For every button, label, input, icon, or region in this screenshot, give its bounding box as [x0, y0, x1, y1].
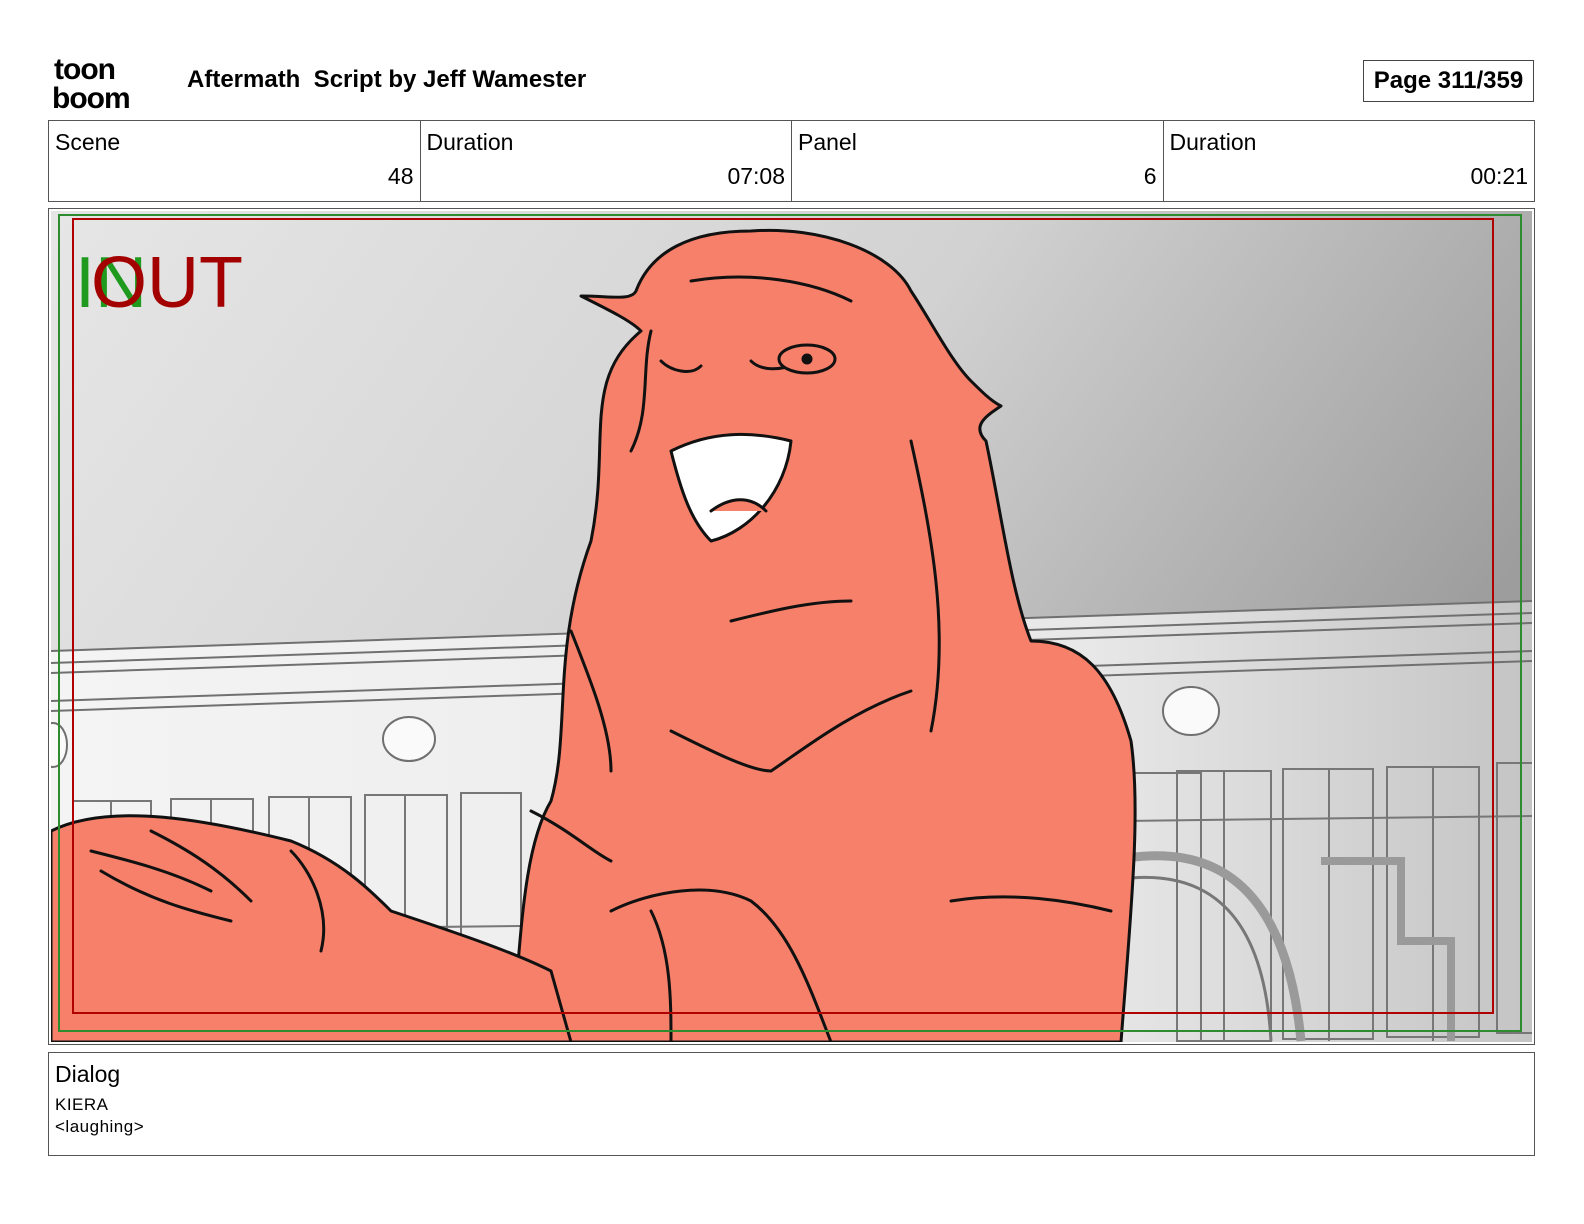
scene-duration-cell: Duration 07:08	[419, 121, 792, 201]
scene-label: Scene	[55, 129, 121, 155]
dialog-label: Dialog	[55, 1061, 121, 1087]
scene-value: 48	[387, 163, 414, 189]
panel-value: 6	[1143, 163, 1157, 189]
page-number: Page 311/359	[1363, 60, 1534, 102]
storyboard-panel: IN OUT	[48, 208, 1535, 1045]
panel-artwork: IN OUT	[51, 211, 1532, 1042]
panel-cell: Panel 6	[791, 121, 1163, 201]
in-out-markers: IN OUT	[75, 243, 243, 323]
dialog-section: Dialog KIERA <laughing>	[48, 1052, 1535, 1156]
panel-duration-value: 00:21	[1470, 163, 1528, 189]
dialog-text: <laughing>	[55, 1117, 145, 1136]
svg-text:boom: boom	[52, 82, 130, 112]
scene-cell: Scene 48	[49, 121, 420, 201]
out-marker: OUT	[91, 243, 243, 323]
scene-duration-value: 07:08	[727, 163, 785, 189]
panel-duration-label: Duration	[1169, 129, 1257, 155]
dialog-speaker: KIERA	[55, 1095, 109, 1114]
info-bar: Scene 48 Duration 07:08 Panel 6 Duration…	[48, 120, 1535, 202]
panel-duration-cell: Duration 00:21	[1162, 121, 1535, 201]
toonboom-logo: toon boom	[52, 53, 131, 112]
scene-duration-label: Duration	[426, 129, 514, 155]
document-title: Aftermath Script by Jeff Wamester	[187, 66, 587, 93]
panel-label: Panel	[798, 129, 857, 155]
